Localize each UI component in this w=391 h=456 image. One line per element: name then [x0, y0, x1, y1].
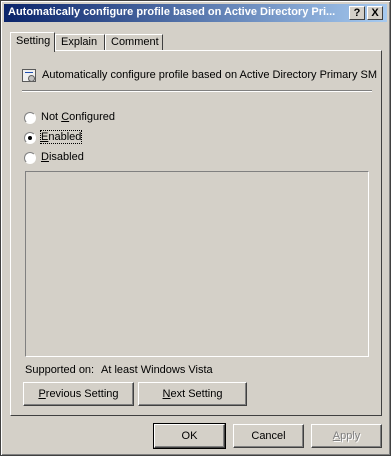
policy-name: Automatically configure profile based on… [42, 69, 377, 81]
cancel-button[interactable]: Cancel [233, 424, 304, 448]
ok-button[interactable]: OK [153, 423, 226, 449]
supported-on-value: At least Windows Vista [101, 364, 213, 376]
radio-button[interactable] [24, 112, 36, 124]
tab-comment[interactable]: Comment [105, 34, 163, 50]
previous-setting-button[interactable]: Previous Setting [23, 382, 134, 406]
next-setting-button[interactable]: Next Setting [138, 382, 247, 406]
help-button[interactable]: ? [349, 6, 365, 20]
separator [22, 90, 372, 92]
tab-explain[interactable]: Explain [55, 34, 105, 50]
title-bar[interactable]: Automatically configure profile based on… [4, 4, 387, 22]
window-title: Automatically configure profile based on… [8, 6, 336, 18]
options-area [25, 171, 369, 357]
supported-on-label: Supported on: [25, 364, 95, 376]
tab-setting[interactable]: Setting [10, 32, 55, 52]
apply-button[interactable]: Apply [311, 424, 382, 448]
radio-label-enabled: Enabled [39, 130, 83, 144]
policy-setting-icon [22, 69, 36, 82]
policy-setting-dialog: Automatically configure profile based on… [0, 0, 391, 456]
setting-panel: Automatically configure profile based on… [10, 50, 382, 416]
close-button[interactable]: X [367, 6, 383, 20]
radio-label-not-configured: Not Configured [41, 111, 116, 123]
radio-button[interactable] [24, 152, 36, 164]
radio-label-disabled: Disabled [41, 151, 84, 163]
radio-button[interactable] [24, 132, 36, 144]
